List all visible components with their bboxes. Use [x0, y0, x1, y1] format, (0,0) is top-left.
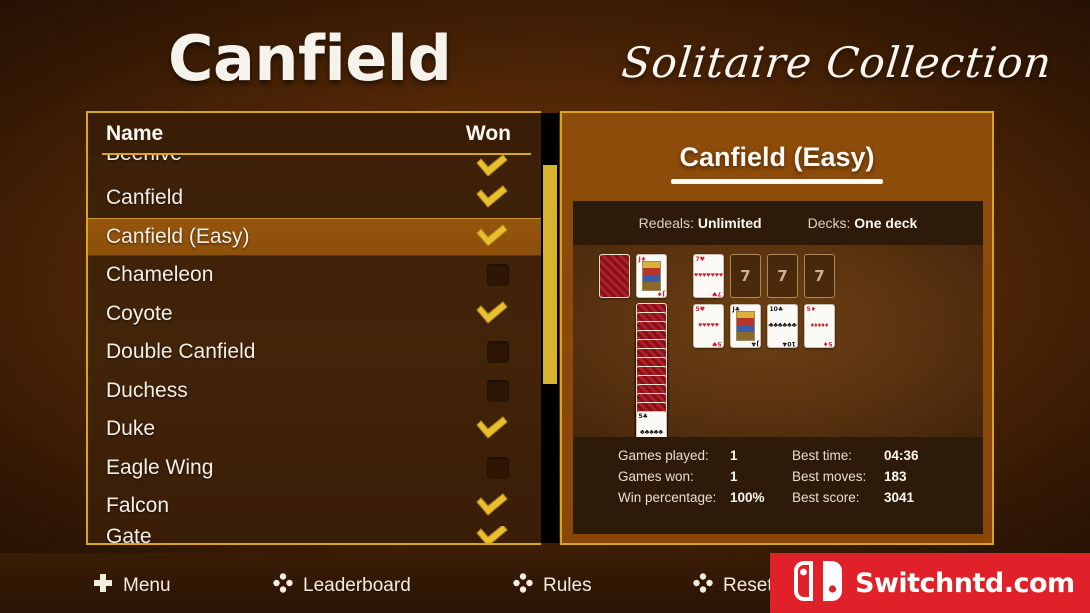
header: Canfield Solitaire Collection — [0, 0, 1090, 108]
list-item-label: Gate — [106, 525, 152, 545]
four-dot-icon — [692, 572, 714, 600]
list-item-label: Canfield (Easy) — [106, 224, 250, 248]
list-item[interactable]: Coyote — [88, 295, 541, 334]
page-title: Canfield — [168, 22, 452, 95]
app-subtitle: Solitaire Collection — [619, 38, 1055, 87]
tableau-card: J♣ J♣ — [730, 304, 761, 348]
decks-info: Decks: One deck — [808, 215, 918, 231]
foundation-empty-slot: 7 — [730, 254, 761, 298]
won-check-icon — [475, 185, 509, 211]
watermark-text: Switchntd.com — [855, 567, 1075, 599]
stat-label: Best moves: — [792, 469, 867, 484]
stat-value: 183 — [884, 469, 907, 484]
list-item-label: Double Canfield — [106, 340, 256, 364]
four-dot-icon — [272, 572, 294, 600]
redeals-label: Redeals: — [638, 215, 694, 231]
statistics-panel: Games played: 1 Best time: 04:36 Games won: 1… — [573, 437, 983, 534]
won-check-icon — [475, 493, 509, 519]
statistics-grid: Games played: 1 Best time: 04:36 Games won: 1… — [618, 448, 983, 505]
redeals-info: Redeals: Unlimited — [639, 215, 762, 231]
stock-pile-card — [599, 254, 630, 298]
game-info-bar: Redeals: Unlimited Decks: One deck — [573, 201, 983, 245]
won-check-icon — [475, 525, 509, 543]
list-item[interactable]: Eagle Wing — [88, 449, 541, 488]
foundation-card: 7♥ ♥♥♥♥♥♥♥ 7♥ — [693, 254, 724, 298]
toolbar-label-leaderboard: Leaderboard — [303, 575, 411, 596]
column-header-name: Name — [106, 122, 164, 145]
site-watermark: Switchntd.com — [770, 553, 1090, 613]
list-item[interactable]: Double Canfield — [88, 333, 541, 372]
won-empty-box-icon — [487, 264, 509, 287]
bottom-toolbar: Menu Leaderboard Rules Reset s Switchntd… — [0, 553, 1090, 613]
won-check-icon — [475, 155, 509, 179]
list-item[interactable]: Duchess — [88, 372, 541, 411]
stat-value: 1 — [730, 448, 738, 463]
list-item-label: Beehive — [106, 155, 182, 166]
tableau-card: 10♣♣♣♣♣♣♣♣♣♣♣10♣ — [767, 304, 798, 348]
won-empty-box-icon — [487, 456, 509, 479]
decks-label: Decks: — [807, 215, 851, 231]
waste-pile-card: J♦ J♦ — [636, 254, 667, 298]
stat-label: Games won: — [618, 469, 694, 484]
game-list[interactable]: Beehive Canfield Canfield (Easy) Chameleon C… — [88, 155, 541, 545]
list-item[interactable]: Gate — [88, 525, 541, 545]
game-board-preview: J♦ J♦ 7♥ ♥♥♥♥♥♥♥ 7♥ 7 7 7 5♥ ♥♥♥♥♥ 5♥ J♣ J♣ 10♣ ♣♣♣♣♣♣… — [573, 245, 983, 455]
list-item-label: Duke — [106, 417, 156, 441]
list-item[interactable]: Canfield — [88, 179, 541, 218]
stat-label: Win percentage: — [618, 490, 717, 505]
switch-joycon-icon — [792, 559, 844, 608]
plus-pad-icon — [92, 572, 114, 600]
game-list-panel: Name Won Beehive Canfield Canfield (Easy) C… — [86, 111, 541, 545]
four-dot-icon — [512, 572, 534, 600]
toolbar-label-rules: Rules — [543, 575, 592, 596]
stat-value: 100% — [730, 490, 765, 505]
foundation-empty-slot: 7 — [767, 254, 798, 298]
toolbar-item-leaderboard[interactable]: Leaderboard — [272, 572, 411, 600]
toolbar-label-menu: Menu — [123, 575, 171, 596]
tableau-card: 5♦ ♦♦♦♦♦ 5♦ — [804, 304, 835, 348]
list-item-label: Chameleon — [106, 263, 214, 287]
game-screen: Canfield Solitaire Collection Name Won B… — [0, 0, 1090, 613]
stat-label: Games played: — [618, 448, 709, 463]
stat-label: Best score: — [792, 490, 860, 505]
list-item[interactable]: Chameleon — [88, 256, 541, 295]
toolbar-item-rules[interactable]: Rules — [512, 572, 592, 600]
won-check-icon — [475, 301, 509, 327]
toolbar-item-menu[interactable]: Menu — [92, 572, 171, 600]
list-item-label: Falcon — [106, 494, 170, 518]
list-scrollbar-thumb[interactable] — [543, 165, 557, 384]
list-item-label: Eagle Wing — [106, 455, 214, 479]
game-detail-panel: Canfield (Easy) Redeals: Unlimited Decks… — [560, 111, 994, 545]
won-empty-box-icon — [487, 341, 509, 364]
list-header: Name Won — [88, 113, 541, 155]
detail-title: Canfield (Easy) — [679, 142, 875, 172]
list-item-label: Coyote — [106, 301, 173, 325]
won-empty-box-icon — [487, 379, 509, 402]
title-underline — [671, 179, 883, 184]
stat-label: Best time: — [792, 448, 853, 463]
tableau-card: 5♥ ♥♥♥♥♥ 5♥ — [693, 304, 724, 348]
stat-value: 1 — [730, 469, 738, 484]
redeals-value: Unlimited — [697, 215, 762, 231]
won-check-icon — [475, 224, 509, 250]
stat-value: 04:36 — [884, 448, 919, 463]
stat-value: 3041 — [884, 490, 915, 505]
list-item-label: Duchess — [106, 378, 188, 402]
list-item-label: Canfield — [106, 186, 184, 210]
list-scrollbar-track[interactable] — [541, 113, 559, 543]
column-header-won: Won — [465, 122, 511, 145]
list-item[interactable]: Beehive — [88, 155, 541, 179]
list-item[interactable]: Duke — [88, 410, 541, 449]
won-check-icon — [475, 416, 509, 442]
list-item[interactable]: Canfield (Easy) — [88, 217, 541, 256]
list-item[interactable]: Falcon — [88, 487, 541, 526]
decks-value: One deck — [854, 215, 918, 231]
foundation-empty-slot: 7 — [804, 254, 835, 298]
